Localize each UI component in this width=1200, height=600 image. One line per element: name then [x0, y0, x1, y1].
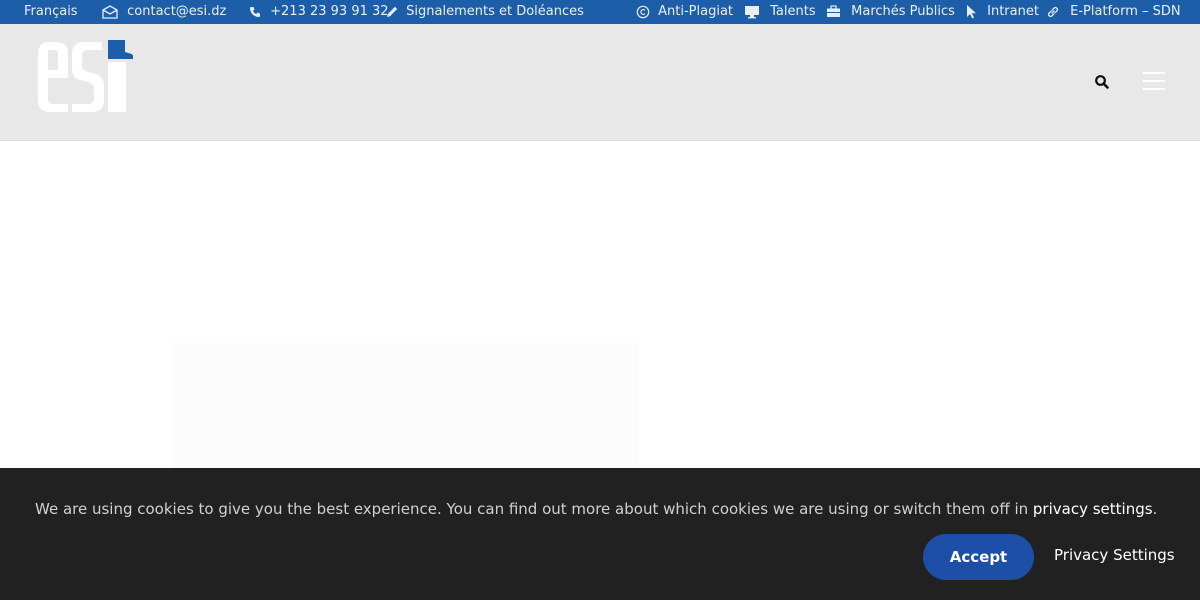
accept-button[interactable]: Accept	[923, 534, 1034, 580]
copyright-icon	[636, 5, 650, 19]
email-link[interactable]: contact@esi.dz	[102, 0, 226, 24]
privacy-settings-button[interactable]: Privacy Settings	[1054, 546, 1175, 564]
language-selector[interactable]: Français	[24, 0, 78, 24]
hamburger-menu-button[interactable]	[1143, 72, 1165, 90]
reports-link[interactable]: Signalements et Doléances	[385, 0, 584, 24]
talents-link[interactable]: Talents	[744, 0, 816, 24]
monitor-icon	[744, 5, 760, 19]
esi-logo[interactable]	[36, 40, 136, 114]
cookie-message: We are using cookies to give you the bes…	[35, 500, 1157, 518]
marches-publics-link[interactable]: Marchés Publics	[826, 0, 955, 24]
top-bar: Français contact@esi.dz +213 23 93 91 32…	[0, 0, 1200, 24]
talents-label: Talents	[770, 4, 816, 19]
phone-label: +213 23 93 91 32	[270, 4, 389, 19]
reports-label: Signalements et Doléances	[406, 4, 584, 19]
site-header	[0, 24, 1200, 141]
hamburger-line	[1143, 80, 1165, 82]
phone-link[interactable]: +213 23 93 91 32	[249, 0, 389, 24]
pencil-icon	[385, 5, 399, 19]
email-label: contact@esi.dz	[127, 4, 227, 19]
hamburger-menu-icon	[1143, 72, 1165, 74]
cookie-banner: We are using cookies to give you the bes…	[0, 468, 1200, 600]
cookie-message-end: .	[1152, 500, 1158, 518]
link-icon	[1046, 5, 1060, 19]
intranet-link[interactable]: Intranet	[966, 0, 1039, 24]
search-icon	[1094, 75, 1110, 94]
phone-icon	[249, 6, 261, 18]
search-button[interactable]	[1094, 74, 1110, 90]
e-platform-label: E-Platform – SDN	[1070, 4, 1181, 19]
language-label: Français	[24, 4, 78, 19]
privacy-settings-link[interactable]: privacy settings	[1033, 500, 1153, 518]
hamburger-line	[1143, 88, 1165, 90]
marches-publics-label: Marchés Publics	[851, 4, 955, 19]
intranet-label: Intranet	[987, 4, 1039, 19]
envelope-icon	[102, 4, 118, 19]
cursor-icon	[966, 4, 977, 19]
e-platform-link[interactable]: E-Platform – SDN	[1046, 0, 1181, 24]
content-placeholder	[172, 343, 639, 468]
briefcase-icon	[826, 5, 841, 18]
cookie-message-text: We are using cookies to give you the bes…	[35, 500, 1033, 518]
anti-plagiat-label: Anti-Plagiat	[658, 4, 734, 19]
anti-plagiat-link[interactable]: Anti-Plagiat	[636, 0, 733, 24]
